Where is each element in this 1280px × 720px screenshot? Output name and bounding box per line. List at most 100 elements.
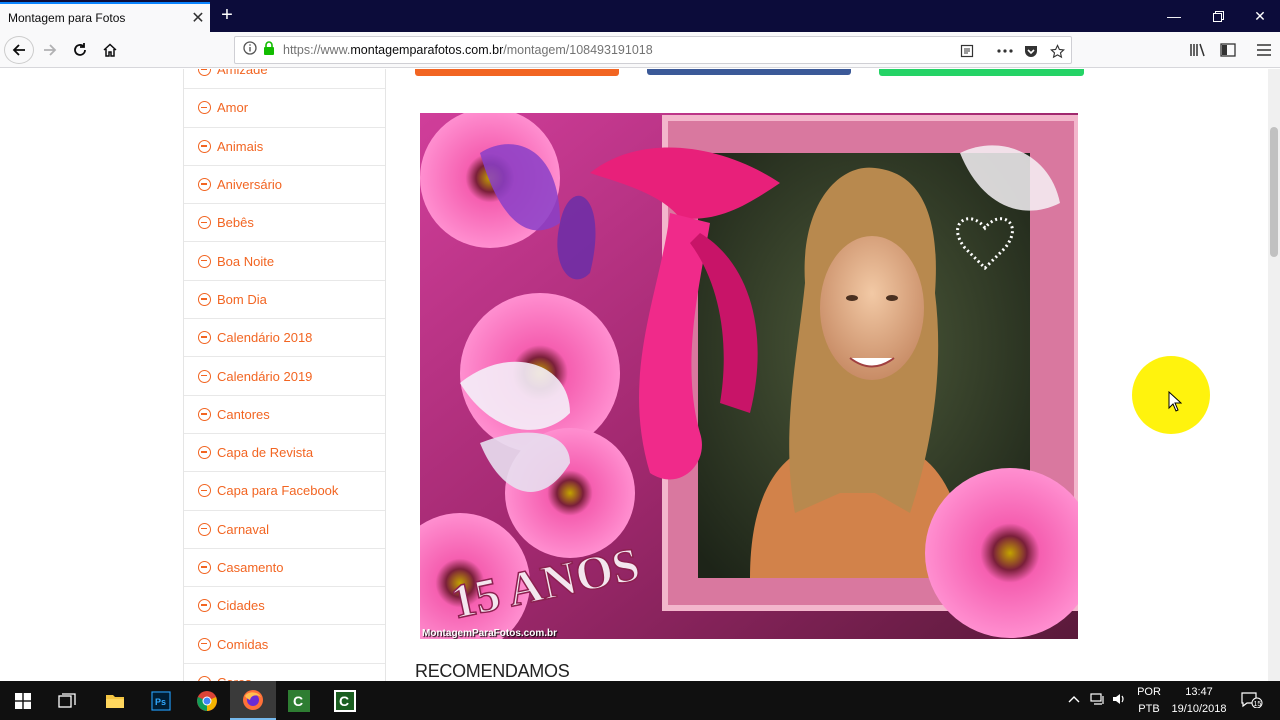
category-label: Bebês xyxy=(217,215,254,231)
minus-circle-icon xyxy=(198,446,211,460)
bookmark-star-icon[interactable] xyxy=(1047,41,1067,61)
category-label: Amor xyxy=(217,100,249,116)
category-item[interactable]: Cidades xyxy=(184,587,385,626)
volume-icon[interactable] xyxy=(1112,692,1126,712)
category-item[interactable]: Calendário 2019 xyxy=(184,357,385,396)
minus-circle-icon xyxy=(198,637,211,651)
address-bar[interactable]: https://www.montagemparafotos.com.br/mon… xyxy=(234,36,1072,64)
minus-circle-icon xyxy=(198,69,211,77)
share-button-orange[interactable] xyxy=(415,69,619,76)
share-button-whatsapp[interactable] xyxy=(879,69,1084,76)
photoshop-icon[interactable]: Ps xyxy=(138,681,184,720)
close-tab-icon[interactable]: ✕ xyxy=(186,8,210,28)
category-item[interactable]: Calendário 2018 xyxy=(184,319,385,358)
category-item[interactable]: Cores xyxy=(184,664,385,681)
svg-text:C: C xyxy=(339,693,349,709)
svg-text:Ps: Ps xyxy=(155,697,166,707)
minus-circle-icon xyxy=(198,101,211,115)
language-indicator[interactable]: POR PTB xyxy=(1134,684,1164,718)
camtasia-icon[interactable]: C xyxy=(276,681,322,720)
clock[interactable]: 13:47 19/10/2018 xyxy=(1168,684,1230,718)
back-icon[interactable] xyxy=(4,36,34,64)
tray-chevron-icon[interactable] xyxy=(1068,692,1080,709)
forward-icon[interactable] xyxy=(36,36,64,64)
category-label: Capa de Revista xyxy=(217,445,314,461)
category-item[interactable]: Bom Dia xyxy=(184,281,385,320)
category-item[interactable]: Cantores xyxy=(184,396,385,434)
start-icon[interactable] xyxy=(0,681,46,720)
category-label: Carnaval xyxy=(217,521,270,537)
svg-text:C: C xyxy=(293,693,303,709)
restore-icon[interactable] xyxy=(1196,0,1240,32)
file-explorer-icon[interactable] xyxy=(92,681,138,720)
minus-circle-icon xyxy=(198,599,211,613)
minus-circle-icon xyxy=(198,178,211,192)
tab-title: Montagem para Fotos xyxy=(8,11,126,25)
notification-center-icon[interactable]: 15 xyxy=(1240,692,1264,714)
lock-icon xyxy=(263,40,275,60)
minimize-icon[interactable]: — xyxy=(1152,0,1196,32)
tab-montagem[interactable]: Montagem para Fotos ✕ xyxy=(0,2,210,32)
web-page: Amizade Amor Animais Aniversário Bebês Boa No… xyxy=(0,69,1268,681)
category-item[interactable]: Aniversário xyxy=(184,166,385,205)
minus-circle-icon xyxy=(198,254,211,268)
reload-icon[interactable] xyxy=(66,36,94,64)
montage-illustration: 15 ANOS xyxy=(420,113,1078,639)
svg-text:15: 15 xyxy=(1254,701,1262,708)
info-icon[interactable] xyxy=(243,40,257,60)
category-sidebar: Amizade Amor Animais Aniversário Bebês Boa No… xyxy=(183,69,386,681)
category-label: Calendário 2019 xyxy=(217,368,313,384)
category-item[interactable]: Carnaval xyxy=(184,511,385,549)
menu-icon[interactable] xyxy=(1254,40,1274,60)
category-item[interactable]: Bebês xyxy=(184,204,385,243)
category-item[interactable]: Animais xyxy=(184,128,385,166)
category-item[interactable]: Capa de Revista xyxy=(184,434,385,473)
section-heading: RECOMENDAMOS xyxy=(415,661,570,681)
windows-taskbar: Ps C C POR PTB 13:47 19/10/2018 15 xyxy=(0,681,1280,720)
minus-circle-icon xyxy=(198,216,211,230)
scrollbar-thumb[interactable] xyxy=(1270,127,1278,257)
category-item[interactable]: Comidas xyxy=(184,625,385,664)
firefox-icon[interactable] xyxy=(230,681,276,720)
minus-circle-icon xyxy=(198,331,211,345)
category-item[interactable]: Boa Noite xyxy=(184,242,385,281)
tab-bar: Montagem para Fotos ✕ + — ✕ xyxy=(0,0,1280,32)
minus-circle-icon xyxy=(198,484,211,498)
category-label: Capa para Facebook xyxy=(217,483,339,499)
photo-montage[interactable]: 15 ANOS MontagemParaFotos.com.br xyxy=(420,113,1078,639)
category-label: Amizade xyxy=(217,69,268,78)
page-scrollbar[interactable] xyxy=(1268,69,1280,681)
minus-circle-icon xyxy=(198,522,211,536)
category-item[interactable]: Casamento xyxy=(184,549,385,588)
watermark-text: MontagemParaFotos.com.br xyxy=(422,628,558,639)
category-label: Calendário 2018 xyxy=(217,330,313,346)
camtasia-recorder-icon[interactable]: C xyxy=(322,681,368,720)
mouse-cursor-icon xyxy=(1168,391,1182,412)
minus-circle-icon xyxy=(198,369,211,383)
minus-circle-icon xyxy=(198,561,211,574)
home-icon[interactable] xyxy=(96,36,124,64)
category-item[interactable]: Capa para Facebook xyxy=(184,472,385,511)
minus-circle-icon xyxy=(198,407,211,421)
library-icon[interactable] xyxy=(1188,40,1208,60)
reader-view-icon[interactable] xyxy=(957,41,977,61)
task-view-icon[interactable] xyxy=(44,681,90,720)
category-label: Animais xyxy=(217,138,264,154)
pocket-icon[interactable] xyxy=(1021,41,1041,61)
network-icon[interactable] xyxy=(1090,692,1106,712)
category-label: Cantores xyxy=(217,406,270,422)
category-label: Casamento xyxy=(217,560,284,575)
category-label: Comidas xyxy=(217,636,269,652)
minus-circle-icon xyxy=(198,139,211,153)
share-button-facebook[interactable] xyxy=(647,69,851,75)
category-item[interactable]: Amizade xyxy=(184,69,385,90)
chrome-icon[interactable] xyxy=(184,681,230,720)
page-actions-icon[interactable] xyxy=(995,41,1015,61)
minus-circle-icon xyxy=(198,292,211,306)
new-tab-icon[interactable]: + xyxy=(216,4,238,26)
category-item[interactable]: Amor xyxy=(184,89,385,128)
navigation-toolbar: https://www.montagemparafotos.com.br/mon… xyxy=(0,32,1280,68)
url-text[interactable]: https://www.montagemparafotos.com.br/mon… xyxy=(283,43,653,57)
sidebar-toggle-icon[interactable] xyxy=(1218,40,1238,60)
close-window-icon[interactable]: ✕ xyxy=(1238,0,1280,32)
